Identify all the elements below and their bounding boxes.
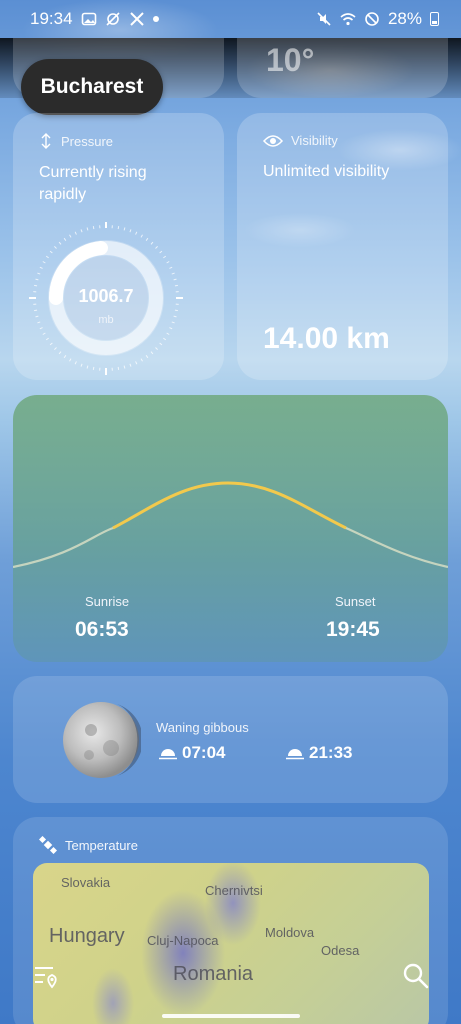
sunset-time: 19:45 (326, 618, 380, 641)
sun-path-day (112, 481, 347, 530)
pressure-icon (41, 133, 51, 149)
sun-path-night (13, 481, 448, 569)
visibility-header: Visibility (263, 133, 422, 148)
mute-icon (317, 12, 331, 26)
temperature-title: Temperature (65, 837, 138, 853)
satellite-icon (39, 836, 57, 854)
moon-card[interactable]: Waning gibbous 07:04 21:33 (13, 676, 448, 803)
status-bar: 19:34 28% (0, 0, 461, 38)
map-label-romania: Romania (173, 963, 254, 985)
pressure-title: Pressure (61, 133, 114, 149)
search-icon[interactable] (402, 962, 430, 990)
wifi-icon (340, 13, 356, 26)
moonrise-time: 07:04 (182, 743, 226, 762)
map-label-odesa: Odesa (321, 943, 360, 958)
moon-phase-icon (63, 702, 141, 778)
map-label-slovakia: Slovakia (61, 875, 111, 890)
battery-percent: 28% (387, 9, 422, 28)
sun-path-chart (13, 481, 448, 569)
sunrise-sunset-card[interactable]: Sunrise 06:53 Sunset 19:45 (13, 395, 448, 662)
status-time: 19:34 (30, 9, 73, 28)
map-label-cluj-napoca: Cluj-Napoca (147, 933, 219, 948)
moonset-time: 21:33 (309, 743, 353, 762)
pressure-gauge-text: 1006.7 mb (28, 222, 184, 377)
pressure-value: 1006.7 (78, 286, 134, 306)
temperature-map-card[interactable]: Temperature Slovakia Chernivtsi Hungary … (13, 817, 448, 1024)
moon-phase-label: Waning gibbous (156, 720, 249, 735)
moonset-icon (286, 749, 304, 760)
battery-icon (430, 12, 439, 26)
map-label-moldova: Moldova (265, 925, 315, 940)
moonrise: 07:04 (159, 743, 225, 763)
gallery-icon (81, 12, 96, 26)
locations-list-icon[interactable] (33, 963, 61, 991)
x-app-icon (129, 12, 144, 26)
moonrise-icon (159, 749, 177, 760)
pressure-description: Currently rising rapidly (39, 164, 147, 203)
eye-icon (263, 134, 283, 147)
home-indicator[interactable] (162, 1014, 300, 1018)
city-name-button[interactable]: Bucharest (21, 59, 163, 115)
map-label-hungary: Hungary (49, 925, 125, 947)
moonset: 21:33 (286, 743, 352, 763)
temperature-header: Temperature (39, 836, 138, 854)
do-not-disturb-icon (365, 12, 379, 26)
visibility-description: Unlimited visibility (263, 163, 390, 180)
partial-temperature: 10° (266, 42, 315, 78)
visibility-value: 14.00 km (263, 322, 390, 355)
pressure-header: Pressure (39, 133, 198, 149)
temperature-map[interactable]: Slovakia Chernivtsi Hungary Cluj-Napoca … (33, 863, 429, 1024)
pressure-unit: mb (98, 314, 114, 326)
map-label-chernivtsi: Chernivtsi (205, 883, 263, 898)
sunrise-label: Sunrise (85, 594, 130, 609)
sync-off-icon (105, 12, 120, 26)
visibility-title: Visibility (291, 133, 338, 148)
sunset-label: Sunset (335, 594, 376, 609)
notification-dot-icon (152, 16, 159, 22)
sunrise-time: 06:53 (75, 618, 129, 641)
